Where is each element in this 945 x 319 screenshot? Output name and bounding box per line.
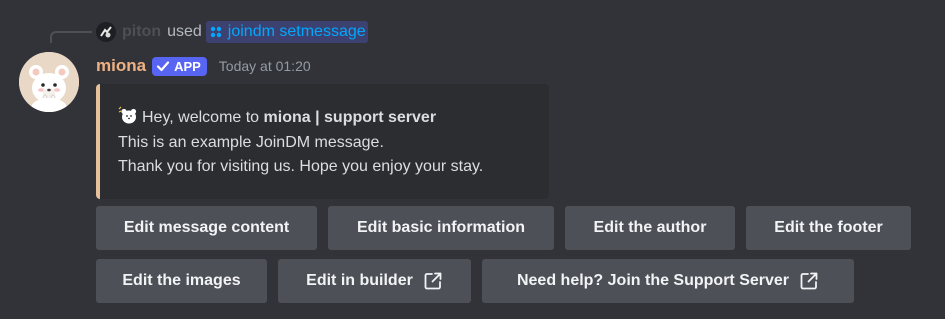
command-name: joindm setmessage [227,23,366,40]
external-link-icon [800,272,818,290]
edit-in-builder-link-button[interactable]: Edit in builder [278,259,471,303]
embed: Hey, welcome to miona | support server T… [96,84,549,199]
edit-in-builder-label: Edit in builder [306,272,413,289]
edit-message-content-label: Edit message content [123,219,290,236]
reply-username[interactable]: piton [122,23,161,41]
reply-context[interactable]: piton used joindm setmessage [96,21,368,43]
edit-the-images-label: Edit the images [122,272,241,289]
discord-message: piton used joindm setmessage miona APP T… [0,0,945,319]
edit-the-author-button[interactable]: Edit the author [565,206,735,250]
embed-server-name: miona | support server [263,109,437,126]
external-link-icon [424,272,442,290]
edit-basic-information-button[interactable]: Edit basic information [328,206,554,250]
edit-the-footer-button[interactable]: Edit the footer [746,206,911,250]
reply-avatar[interactable] [96,22,116,42]
bear-wave-emoji-icon [118,106,137,124]
embed-line-2: This is an example JoinDM message. [118,133,384,151]
avatar[interactable] [19,52,79,112]
embed-line-1: Hey, welcome to miona | support server [118,105,483,131]
edit-the-images-button[interactable]: Edit the images [96,259,267,303]
edit-message-content-button[interactable]: Edit message content [96,206,317,250]
embed-description: Hey, welcome to miona | support server T… [118,105,483,180]
embed-line-3: Thank you for visiting us. Hope you enjo… [118,158,484,175]
edit-basic-information-label: Edit basic information [356,219,525,236]
message-header: miona APP Today at 01:20 [96,55,311,77]
edit-the-footer-label: Edit the footer [774,219,883,236]
join-support-server-label: Need help? Join the Support Server [516,272,790,289]
slash-command-icon [210,26,221,38]
command-mention[interactable]: joindm setmessage [205,21,368,43]
checkmark-icon [156,61,170,72]
app-badge: APP [152,56,207,76]
timestamp[interactable]: Today at 01:20 [219,58,311,74]
reply-spine [50,31,92,43]
message-username[interactable]: miona [96,56,146,76]
app-badge-label: APP [174,58,201,74]
join-support-server-link-button[interactable]: Need help? Join the Support Server [482,259,854,303]
embed-line-1-prefix: Hey, welcome to [142,109,264,126]
edit-the-author-label: Edit the author [593,219,707,236]
reply-used-text: used [167,23,202,40]
